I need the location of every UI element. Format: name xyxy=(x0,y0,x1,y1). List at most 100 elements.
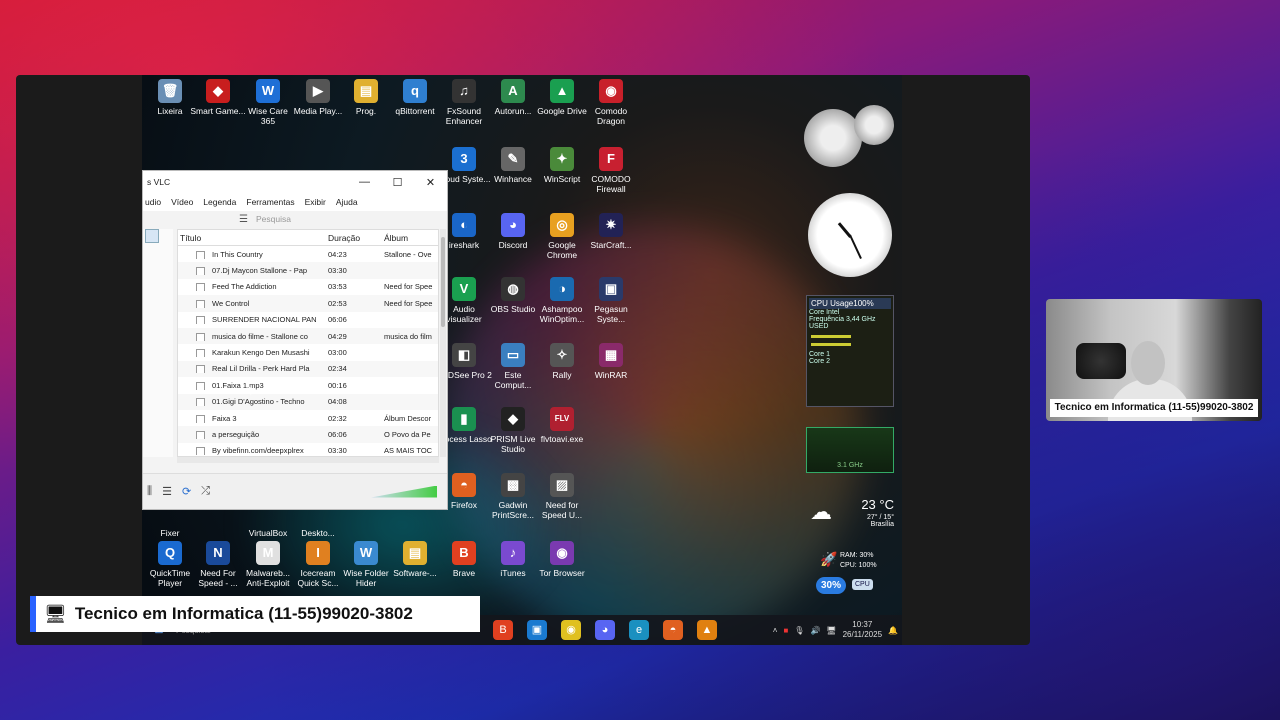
app-icon: ▲ xyxy=(550,79,574,103)
playlist-icon[interactable]: ☰ xyxy=(162,485,172,498)
mic-icon[interactable]: 🎙 xyxy=(794,626,804,635)
search-input[interactable]: Pesquisa xyxy=(256,214,291,224)
app-icon: ✷ xyxy=(599,213,623,237)
desktop-icon[interactable]: ◑ Ashampoo WinOptim... xyxy=(534,277,590,324)
desktop-icon[interactable]: ▤ Prog. xyxy=(338,79,394,116)
horizontal-scrollbar[interactable] xyxy=(177,457,439,463)
desktop-icon[interactable]: W Wise Care 365 xyxy=(240,79,296,126)
table-row[interactable]: We Control 02:53 Need for Spee xyxy=(178,295,438,312)
app-icon: ▦ xyxy=(599,343,623,367)
cpu-gadget-title: CPU Usage100% xyxy=(809,298,891,309)
desktop-icon[interactable]: M Malwareb... Anti-Exploit xyxy=(240,541,296,588)
desktop-icon-label: Need for Speed U... xyxy=(541,500,583,520)
table-header: Título Duração Álbum xyxy=(178,230,438,246)
desktop-icon-label: Ashampoo WinOptim... xyxy=(539,304,585,324)
menu-video[interactable]: Vídeo xyxy=(171,197,193,207)
ram-info: RAM: 30% CPU: 100% xyxy=(840,552,877,569)
table-row[interactable]: musica do filme - Stallone co 04:29 musica… xyxy=(178,327,438,345)
desktop-icon-label: Firefox xyxy=(451,500,477,510)
vlc-titlebar[interactable]: s VLC — ☐ ✕ xyxy=(143,171,447,193)
file-icon xyxy=(196,267,205,276)
equalizer-icon[interactable]: ⫼ xyxy=(147,485,152,498)
taskbar-edge-icon[interactable]: e xyxy=(629,620,649,640)
desktop-icon[interactable]: ◆ Smart Game... xyxy=(190,79,246,116)
col-album[interactable]: Álbum xyxy=(384,233,438,243)
desktop-icon[interactable]: ▨ Need for Speed U... xyxy=(534,473,590,520)
sidebar-selected[interactable] xyxy=(145,229,159,243)
table-row[interactable]: a perseguição 06:06 O Povo da Pe xyxy=(178,426,438,443)
table-row[interactable]: SURRENDER NACIONAL PAN 06:06 xyxy=(178,312,438,328)
track-title: We Control xyxy=(178,299,326,308)
menu-subtitle[interactable]: Legenda xyxy=(203,197,236,207)
desktop-icon[interactable]: ◉ Comodo Dragon xyxy=(583,79,639,126)
list-view-icon[interactable]: ☰ xyxy=(239,214,248,225)
desktop-icon[interactable]: ▤ Software-... xyxy=(387,541,443,578)
taskbar-gamepad-icon[interactable]: ◉ xyxy=(561,620,581,640)
desktop-icon[interactable]: ✦ WinScript xyxy=(534,147,590,184)
menu-help[interactable]: Ajuda xyxy=(336,197,358,207)
table-row[interactable]: Feed The Addiction 03:53 Need for Spee xyxy=(178,279,438,295)
desktop-icon[interactable]: ✎ Winhance xyxy=(485,147,541,184)
menu-tools[interactable]: Ferramentas xyxy=(246,197,294,207)
desktop-icon[interactable]: ♫ FxSound Enhancer xyxy=(436,79,492,126)
desktop-icon[interactable]: ♪ iTunes xyxy=(485,541,541,578)
menu-view[interactable]: Exibir xyxy=(305,197,326,207)
minimize-button[interactable]: — xyxy=(348,176,381,188)
table-row[interactable]: 01.Faixa 1.mp3 00:16 xyxy=(178,377,438,393)
file-icon xyxy=(196,430,205,439)
table-row[interactable]: By vibefinn.com/deepxplrex 03:30 AS MAIS T… xyxy=(178,443,438,456)
vertical-scrollbar[interactable] xyxy=(440,229,446,457)
col-title[interactable]: Título xyxy=(178,233,326,243)
volume-slider[interactable] xyxy=(371,485,437,498)
desktop-icon[interactable]: q qBittorrent xyxy=(387,79,443,116)
desktop-icon[interactable]: ◆ PRISM Live Studio xyxy=(485,407,541,454)
col-duration[interactable]: Duração xyxy=(326,233,384,243)
desktop-icon[interactable]: ▭ Este Comput... xyxy=(485,343,541,390)
chevron-up-icon[interactable]: ˄ xyxy=(773,626,778,635)
desktop-icon[interactable]: W Wise Folder Hider xyxy=(338,541,394,588)
antivirus-icon[interactable]: ■ xyxy=(783,626,788,635)
desktop-icon[interactable]: ▲ Google Drive xyxy=(534,79,590,116)
desktop-icon[interactable]: ▣ Pegasun Syste... xyxy=(583,277,639,324)
desktop-icon[interactable]: ✷ StarCraft... xyxy=(583,213,639,250)
notification-icon[interactable]: 🔔 xyxy=(888,626,898,635)
taskbar-discord-icon[interactable]: ◕ xyxy=(595,620,615,640)
volume-icon[interactable]: 🔊 xyxy=(810,626,820,635)
desktop-icon[interactable]: ◉ Tor Browser xyxy=(534,541,590,578)
table-row[interactable]: Faixa 3 02:32 Álbum Descor xyxy=(178,410,438,426)
desktop-icon[interactable]: ◎ Google Chrome xyxy=(534,213,590,260)
table-row[interactable]: Real Lil Drilla - Perk Hard Pla 02:34 xyxy=(178,360,438,378)
table-row[interactable]: Karakun Kengo Den Musashi 03:00 xyxy=(178,344,438,360)
taskbar-brave-icon[interactable]: B xyxy=(493,620,513,640)
maximize-button[interactable]: ☐ xyxy=(381,176,414,189)
clock-gadget xyxy=(808,193,892,277)
desktop-icon[interactable]: ◕ Discord xyxy=(485,213,541,250)
desktop-icon[interactable]: ▦ WinRAR xyxy=(583,343,639,380)
desktop-icon[interactable]: B Brave xyxy=(436,541,492,578)
menu-audio[interactable]: udio xyxy=(145,197,161,207)
network-icon[interactable]: 🖥 xyxy=(826,626,836,635)
desktop-icon[interactable]: A Autorun... xyxy=(485,79,541,116)
loop-icon[interactable]: ⟳ xyxy=(182,485,191,498)
desktop-icon[interactable]: ✧ Rally xyxy=(534,343,590,380)
taskbar-firefox-icon[interactable]: ◓ xyxy=(663,620,683,640)
track-duration: 02:32 xyxy=(328,413,347,423)
desktop-icon[interactable]: FLV flvtoavi.exe xyxy=(534,407,590,444)
desktop-icon[interactable]: ◍ OBS Studio xyxy=(485,277,541,314)
taskbar-app-blue-icon[interactable]: ▣ xyxy=(527,620,547,640)
desktop-icon[interactable]: N Need For Speed - ... xyxy=(190,541,246,588)
table-row[interactable]: In This Country 04:23 Stallone - Ove xyxy=(178,246,438,262)
shuffle-icon[interactable]: ⤮ xyxy=(201,485,210,498)
table-row[interactable]: 01.Gigi D'Agostino - Techno 04:08 xyxy=(178,393,438,410)
desktop-icon-label: Media Play... xyxy=(293,106,343,116)
taskbar-vlc-icon[interactable]: ▲ xyxy=(697,620,717,640)
table-row[interactable]: 07.Dj Maycon Stallone - Pap 03:30 xyxy=(178,262,438,279)
desktop-icon[interactable]: F COMODO Firewall xyxy=(583,147,639,194)
cpu-bar xyxy=(811,343,851,346)
taskbar-clock[interactable]: 10:37 26/11/2025 xyxy=(843,620,882,640)
close-button[interactable]: ✕ xyxy=(414,176,447,189)
vlc-window[interactable]: s VLC — ☐ ✕ udio Vídeo Legenda Ferrament… xyxy=(142,170,448,510)
desktop-icon[interactable]: ▩ Gadwin PrintScre... xyxy=(485,473,541,520)
desktop-icon-label: Icecream Quick Sc... xyxy=(297,568,339,588)
desktop-icon-label: StarCraft... xyxy=(590,240,632,250)
